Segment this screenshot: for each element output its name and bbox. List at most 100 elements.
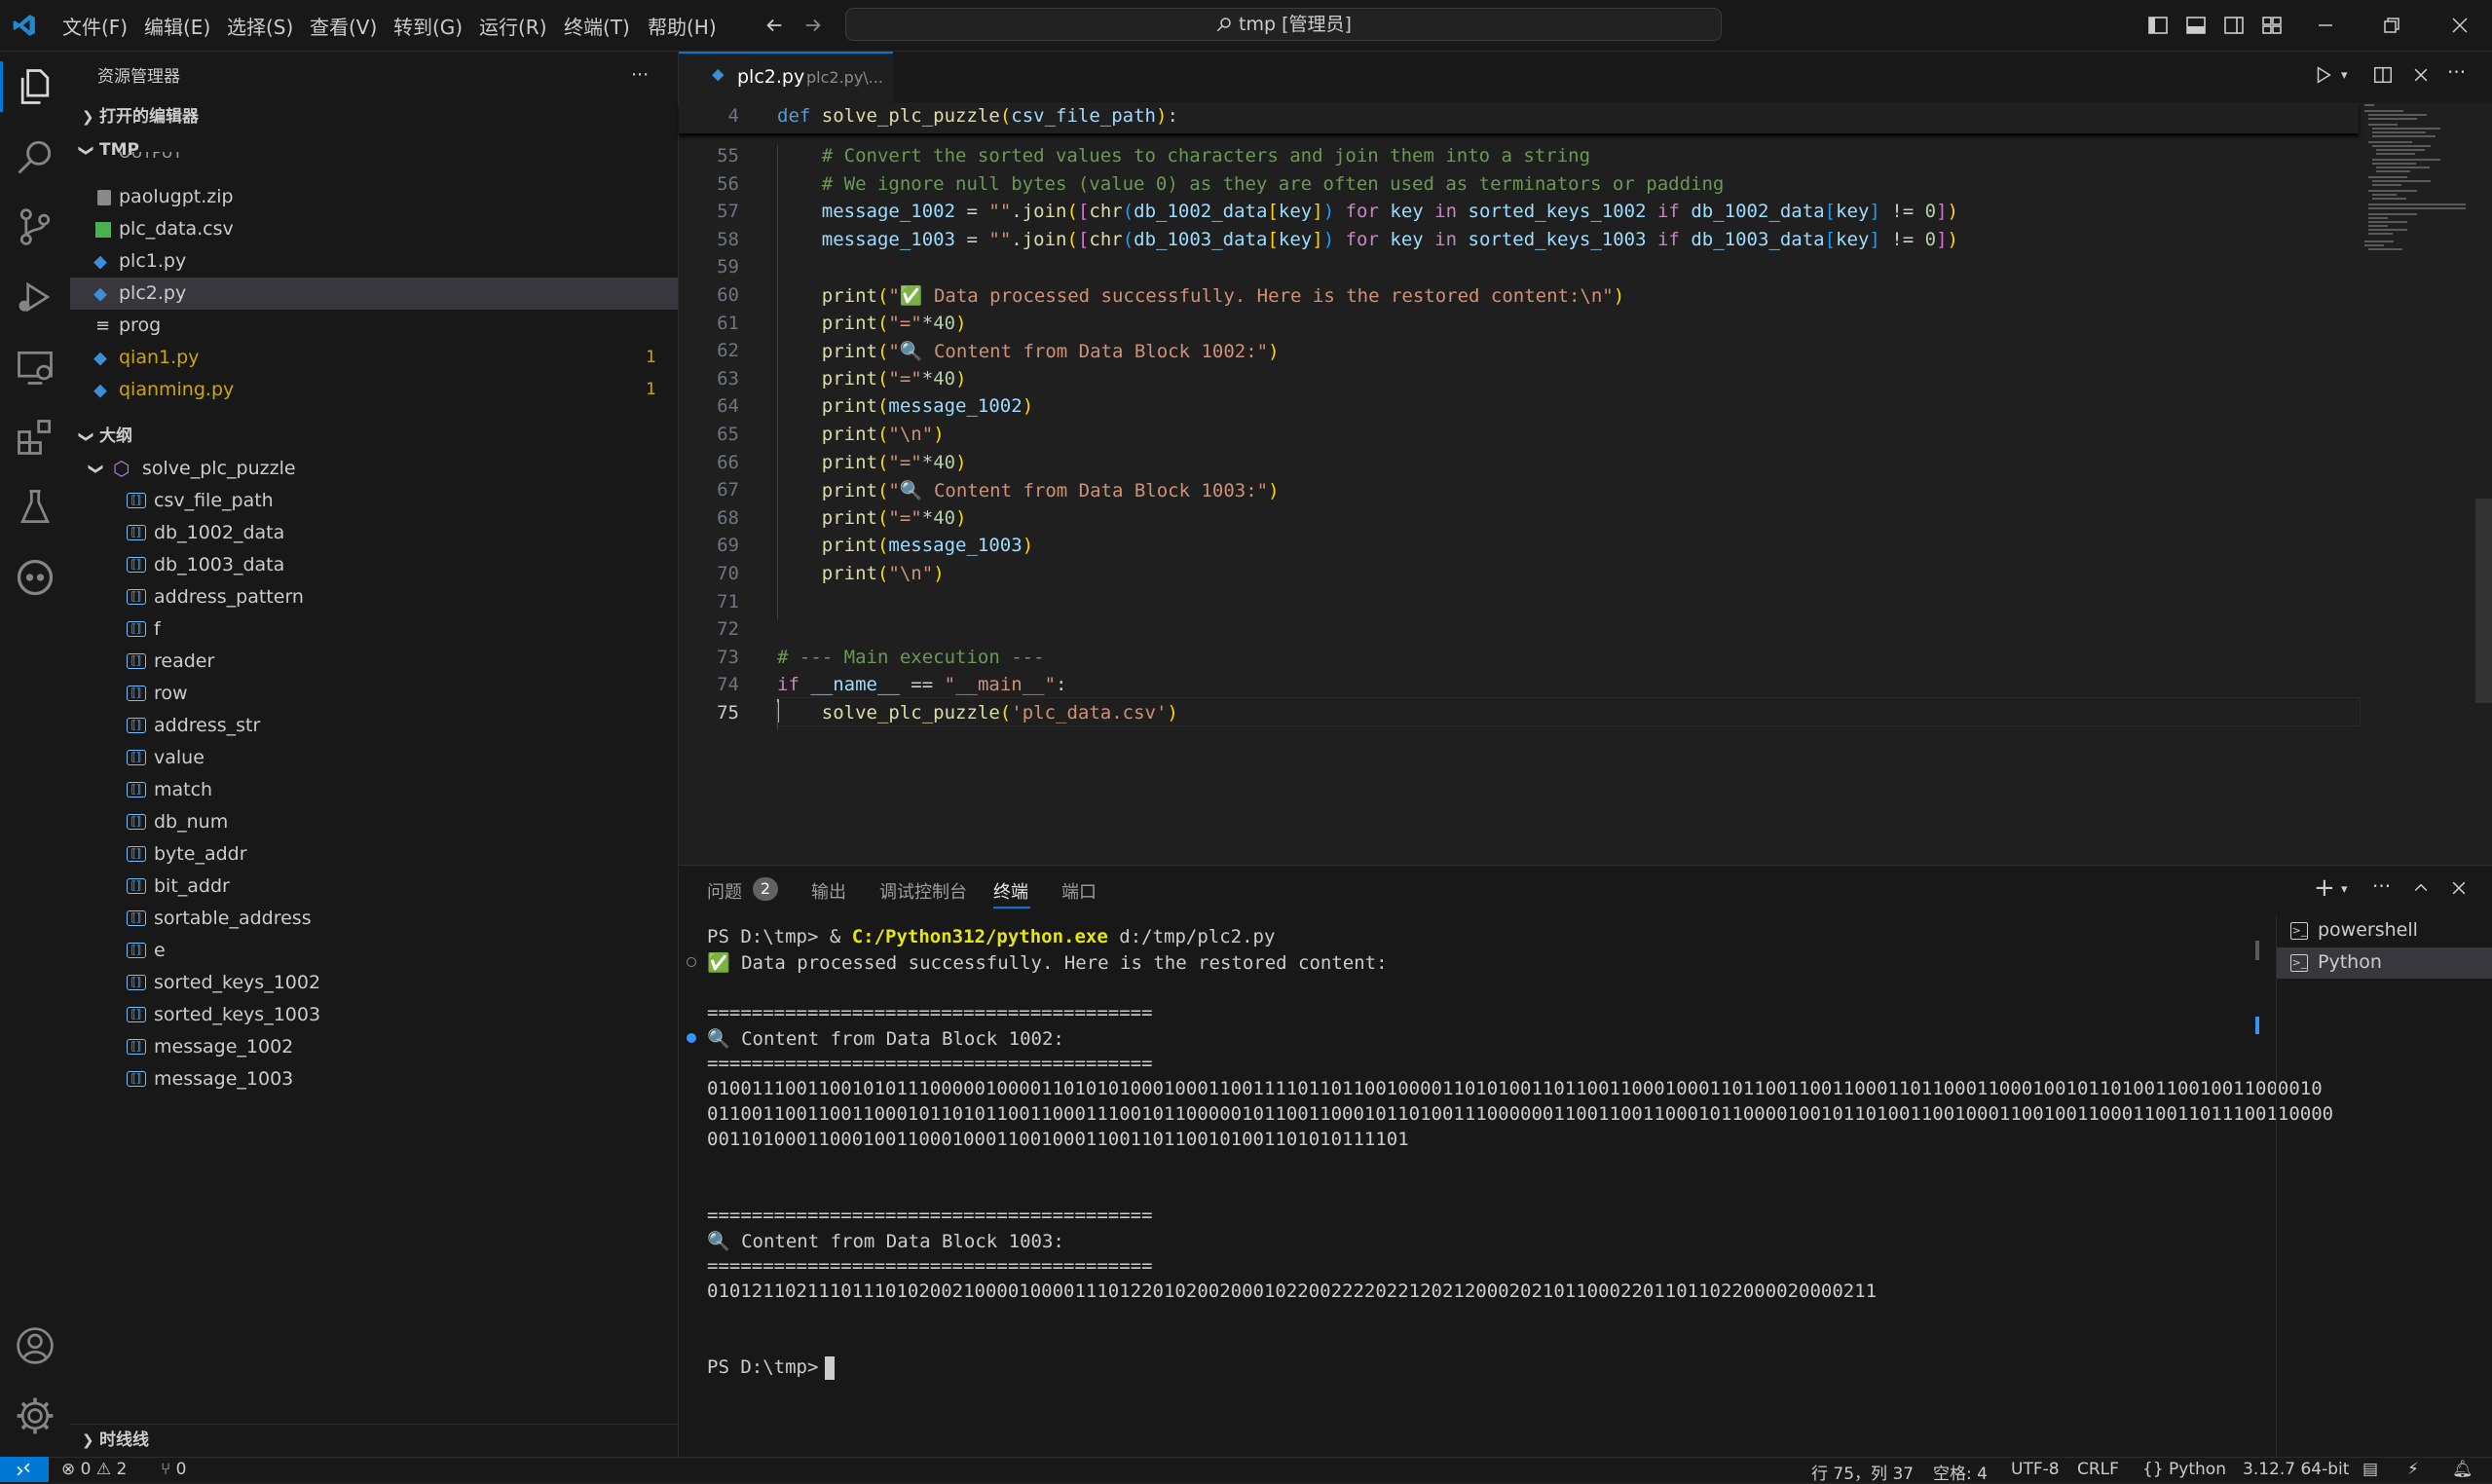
tab-problems[interactable]: 问题 xyxy=(707,878,742,904)
outline-item[interactable]: ⟦⟧ f xyxy=(70,613,678,646)
new-terminal-icon[interactable]: + xyxy=(2314,873,2335,903)
outline-item[interactable]: ⟦⟧ reader xyxy=(70,646,678,678)
github-copilot-icon[interactable] xyxy=(14,556,56,599)
code-line[interactable]: print("="*40) xyxy=(777,452,967,473)
outline-section[interactable]: ❯ 大纲 xyxy=(70,421,678,453)
outline-item[interactable]: ⟦⟧ db_1003_data xyxy=(70,549,678,581)
terminal-scrollbar-thumb[interactable] xyxy=(2255,941,2259,960)
python-env-icon[interactable]: ▤ xyxy=(2362,1460,2378,1479)
minimize-icon[interactable] xyxy=(2314,14,2337,37)
terminal-tab-powershell[interactable]: >_ powershell xyxy=(2277,915,2492,946)
line-ending[interactable]: CRLF xyxy=(2077,1460,2119,1479)
outline-item[interactable]: ⟦⟧ bit_addr xyxy=(70,871,678,903)
sidebar-more-button[interactable]: ··· xyxy=(631,59,670,92)
command-success-decoration-icon[interactable] xyxy=(687,1033,696,1043)
code-line[interactable]: print("="*40) xyxy=(777,368,967,390)
run-debug-icon[interactable] xyxy=(14,276,56,318)
menu-view[interactable]: 查看(V) xyxy=(310,12,377,40)
tab-terminal[interactable]: 终端 xyxy=(993,878,1028,904)
toggle-primary-sidebar-icon[interactable] xyxy=(2146,14,2170,37)
outline-item[interactable]: ⟦⟧ sorted_keys_1002 xyxy=(70,967,678,999)
toggle-secondary-sidebar-icon[interactable] xyxy=(2222,14,2246,37)
outline-item[interactable]: ⟦⟧ row xyxy=(70,678,678,710)
file-item-selected[interactable]: ⬥ plc2.py xyxy=(70,278,678,310)
split-editor-icon[interactable] xyxy=(2372,64,2394,86)
outline-item[interactable]: ⟦⟧ db_1002_data xyxy=(70,517,678,549)
terminal-dropdown-chevron-icon[interactable]: ▾ xyxy=(2341,882,2348,897)
customize-layout-icon[interactable] xyxy=(2260,14,2284,37)
errors-indicator[interactable]: ⊗ 0 ⚠ 2 xyxy=(61,1460,127,1479)
file-item-warning[interactable]: ⬥ qian1.py 1 xyxy=(70,342,678,374)
menu-edit[interactable]: 编辑(E) xyxy=(144,12,210,40)
outline-item[interactable]: ⟦⟧ message_1003 xyxy=(70,1063,678,1095)
testing-icon[interactable] xyxy=(14,486,56,529)
code-line[interactable]: print("="*40) xyxy=(777,507,967,529)
code-line[interactable]: print(message_1003) xyxy=(777,535,1033,556)
outline-item[interactable]: ⟦⟧ message_1002 xyxy=(70,1031,678,1063)
code-line[interactable]: print("\n") xyxy=(777,563,945,584)
menu-go[interactable]: 转到(G) xyxy=(393,12,463,40)
outline-item[interactable]: ⟦⟧ db_num xyxy=(70,806,678,838)
python-interpreter[interactable]: 3.12.7 64-bit xyxy=(2243,1460,2349,1479)
extensions-icon[interactable] xyxy=(14,416,56,459)
outline-root[interactable]: ❯ ⬡ solve_plc_puzzle xyxy=(70,453,678,485)
file-item[interactable]: paolugpt.zip xyxy=(70,181,678,213)
outline-item[interactable]: ⟦⟧ value xyxy=(70,742,678,774)
copilot-status-icon[interactable]: ⚡ xyxy=(2407,1460,2419,1479)
command-center-search[interactable]: tmp [管理员] xyxy=(845,8,1722,41)
tab-ports[interactable]: 端口 xyxy=(1061,878,1097,904)
code-line[interactable]: print("🔍 Content from Data Block 1002:") xyxy=(777,340,1280,362)
outline-item[interactable]: ⟦⟧ sortable_address xyxy=(70,903,678,935)
explorer-icon[interactable] xyxy=(14,65,56,108)
code-line[interactable]: # Convert the sorted values to character… xyxy=(777,145,1590,167)
back-arrow-icon[interactable] xyxy=(763,15,785,36)
editor-more-icon[interactable]: ··· xyxy=(2447,60,2466,84)
code-line[interactable]: message_1002 = "".join([chr(db_1002_data… xyxy=(777,201,1958,222)
remote-explorer-icon[interactable] xyxy=(14,346,56,389)
outline-item[interactable]: ⟦⟧ address_pattern xyxy=(70,581,678,613)
tab-output[interactable]: 输出 xyxy=(811,878,846,904)
file-item[interactable]: ⬥ plc1.py xyxy=(70,245,678,278)
notifications-bell-icon[interactable]: 🔔︎ xyxy=(2452,1460,2473,1479)
file-item[interactable]: plc_data.csv xyxy=(70,213,678,245)
source-control-icon[interactable] xyxy=(14,205,56,248)
close-panel-icon[interactable] xyxy=(2449,878,2469,898)
minimap[interactable] xyxy=(2359,102,2475,258)
close-window-icon[interactable] xyxy=(2448,14,2472,37)
ports-indicator[interactable]: ⑂ 0 xyxy=(161,1460,186,1479)
code-line[interactable]: print("="*40) xyxy=(777,313,967,334)
close-editor-icon[interactable] xyxy=(2411,65,2431,85)
restore-icon[interactable] xyxy=(2380,14,2403,37)
accounts-icon[interactable] xyxy=(14,1324,56,1367)
code-line[interactable]: solve_plc_puzzle('plc_data.csv') xyxy=(777,702,1178,723)
outline-item[interactable]: ⟦⟧ csv_file_path xyxy=(70,485,678,517)
forward-arrow-icon[interactable] xyxy=(802,15,824,36)
tab-plc2[interactable]: ⬥ plc2.py plc2.py\... xyxy=(679,52,893,102)
search-view-icon[interactable] xyxy=(14,135,56,178)
outline-item[interactable]: ⟦⟧ e xyxy=(70,935,678,967)
code-line[interactable]: message_1003 = "".join([chr(db_1003_data… xyxy=(777,229,1958,250)
code-line[interactable]: print(message_1002) xyxy=(777,395,1033,417)
encoding[interactable]: UTF-8 xyxy=(2011,1460,2060,1479)
code-line[interactable]: # --- Main execution --- xyxy=(777,647,1045,668)
settings-gear-icon[interactable] xyxy=(14,1394,56,1437)
menu-run[interactable]: 运行(R) xyxy=(479,12,547,40)
code-line[interactable]: # We ignore null bytes (value 0) as they… xyxy=(777,173,1725,195)
outline-item[interactable]: ⟦⟧ sorted_keys_1003 xyxy=(70,999,678,1031)
menu-help[interactable]: 帮助(H) xyxy=(648,12,717,40)
file-item-warning[interactable]: ⬥ qianming.py 1 xyxy=(70,374,678,406)
terminal-tab-python[interactable]: >_ Python xyxy=(2277,947,2492,979)
language-mode[interactable]: {} Python xyxy=(2142,1460,2226,1479)
run-python-file-icon[interactable] xyxy=(2313,64,2334,86)
cursor-position[interactable]: 行 75，列 37 xyxy=(1811,1460,1914,1484)
menu-selection[interactable]: 选择(S) xyxy=(227,12,293,40)
outline-item[interactable]: ⟦⟧ match xyxy=(70,774,678,806)
outline-item[interactable]: ⟦⟧ byte_addr xyxy=(70,838,678,871)
maximize-panel-chevron-up-icon[interactable] xyxy=(2411,878,2431,898)
file-item[interactable]: ≡ prog xyxy=(70,310,678,342)
file-item-cut[interactable]: OUTPUT xyxy=(119,152,678,166)
panel-more-icon[interactable]: ··· xyxy=(2372,874,2391,898)
code-line[interactable]: print("\n") xyxy=(777,424,945,445)
remote-indicator[interactable] xyxy=(0,1457,49,1482)
code-line[interactable]: print("✅ Data processed successfully. He… xyxy=(777,284,1624,307)
